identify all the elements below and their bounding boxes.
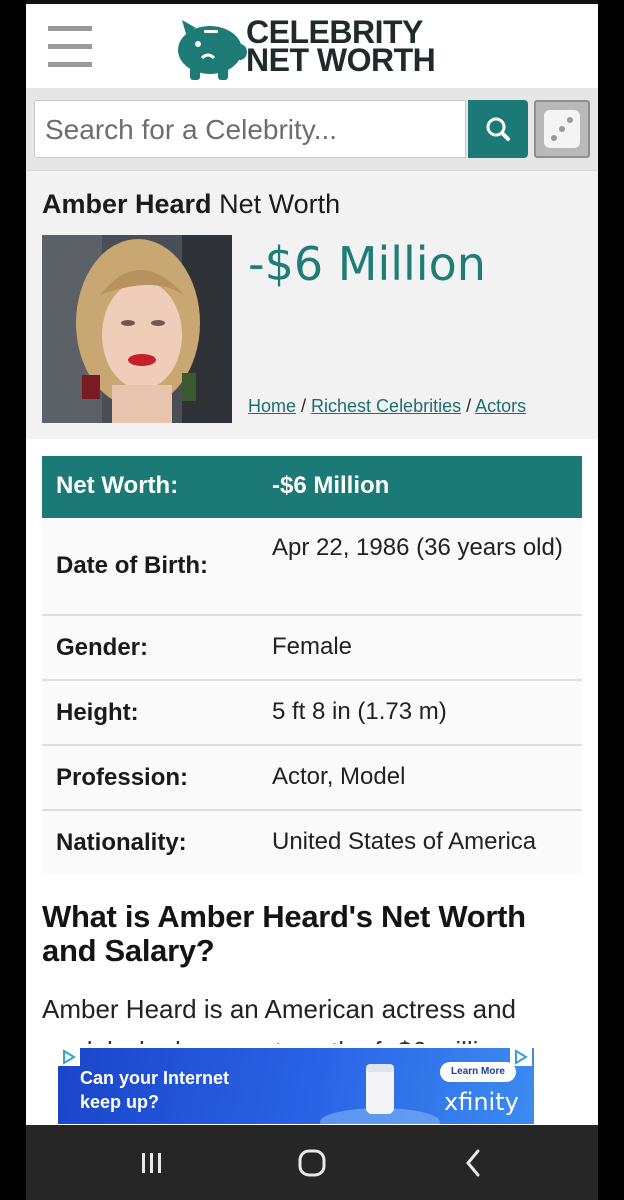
home-icon[interactable] xyxy=(292,1143,332,1183)
table-row-net-worth: Net Worth: -$6 Million xyxy=(42,456,582,518)
adchoices-icon[interactable] xyxy=(510,1048,532,1066)
row-label: Profession: xyxy=(56,764,189,791)
breadcrumb-home[interactable]: Home xyxy=(248,396,296,416)
row-label: Gender: xyxy=(56,634,149,661)
row-value: 5 ft 8 in (1.73 m) xyxy=(272,698,447,725)
ad-banner[interactable]: Can your Internet keep up? Learn More xf… xyxy=(58,1048,534,1124)
row-label: Nationality: xyxy=(56,829,187,856)
search-input[interactable]: Search for a Celebrity... xyxy=(34,100,466,158)
breadcrumb-actors[interactable]: Actors xyxy=(475,396,526,416)
facts-table: Net Worth: -$6 Million Date of Birth: Ap… xyxy=(42,456,582,875)
table-row-height: Height: 5 ft 8 in (1.73 m) xyxy=(42,681,582,746)
browser-screen: CELEBRITY NET WORTH Search for a Celebri… xyxy=(26,0,598,1125)
row-label: Height: xyxy=(56,699,139,726)
site-logo[interactable]: CELEBRITY NET WORTH xyxy=(172,12,462,86)
table-row-gender: Gender: Female xyxy=(42,616,582,681)
celebrity-photo xyxy=(42,235,232,423)
ad-headline-line2: keep up? xyxy=(80,1092,160,1112)
row-value: Apr 22, 1986 (36 years old) xyxy=(272,534,563,561)
article-paragraph: Amber Heard is an American actress and xyxy=(42,994,516,1024)
ad-headline-line1: Can your Internet xyxy=(80,1068,230,1088)
ad-learn-more-button[interactable]: Learn More xyxy=(440,1062,516,1082)
menu-icon[interactable] xyxy=(48,26,92,70)
table-row-profession: Profession: Actor, Model xyxy=(42,746,582,811)
ad-banner-area: Can your Internet keep up? Learn More xf… xyxy=(26,1044,598,1125)
row-value: Female xyxy=(272,633,353,660)
row-label: Date of Birth: xyxy=(56,552,208,579)
breadcrumb-richest-celebrities[interactable]: Richest Celebrities xyxy=(311,396,461,416)
site-header: CELEBRITY NET WORTH xyxy=(26,4,598,88)
net-worth-headline: -$6 Million xyxy=(248,237,486,291)
title-suffix: Net Worth xyxy=(211,189,341,219)
logo-line2: NET WORTH xyxy=(246,42,436,78)
router-image xyxy=(320,1064,440,1124)
breadcrumb-separator: / xyxy=(296,396,312,416)
search-bar: Search for a Celebrity... xyxy=(26,88,598,170)
row-value: -$6 Million xyxy=(272,472,390,499)
row-value: Actor, Model xyxy=(272,763,406,790)
breadcrumb-separator: / xyxy=(461,396,476,416)
system-nav-bar xyxy=(26,1125,598,1200)
article-paragraph-continued: model who has a net worth of -$6 million… xyxy=(42,1030,587,1044)
profile-section: Amber Heard Net Worth -$6 Million Home /… xyxy=(26,170,598,439)
table-row-nationality: Nationality: United States of America xyxy=(42,811,582,875)
search-button[interactable] xyxy=(468,100,528,158)
article-heading: What is Amber Heard's Net Worth and Sala… xyxy=(42,899,526,968)
back-icon[interactable] xyxy=(454,1143,494,1183)
random-celebrity-button[interactable] xyxy=(534,100,590,158)
search-icon xyxy=(486,117,510,141)
recents-icon[interactable] xyxy=(132,1143,172,1183)
row-value: United States of America xyxy=(272,828,537,855)
breadcrumb: Home / Richest Celebrities / Actors xyxy=(248,396,526,417)
celebrity-name: Amber Heard xyxy=(42,189,212,219)
ad-brand: xfinity xyxy=(444,1088,519,1116)
piggy-bank-logo-icon xyxy=(178,20,247,80)
row-label: Net Worth: xyxy=(56,472,179,499)
ad-headline: Can your Internet keep up? xyxy=(80,1066,229,1114)
page-title: Amber Heard Net Worth xyxy=(42,189,340,220)
adchoices-icon[interactable] xyxy=(58,1048,80,1066)
dice-icon xyxy=(544,110,580,148)
table-row-date-of-birth: Date of Birth: Apr 22, 1986 (36 years ol… xyxy=(42,518,582,616)
